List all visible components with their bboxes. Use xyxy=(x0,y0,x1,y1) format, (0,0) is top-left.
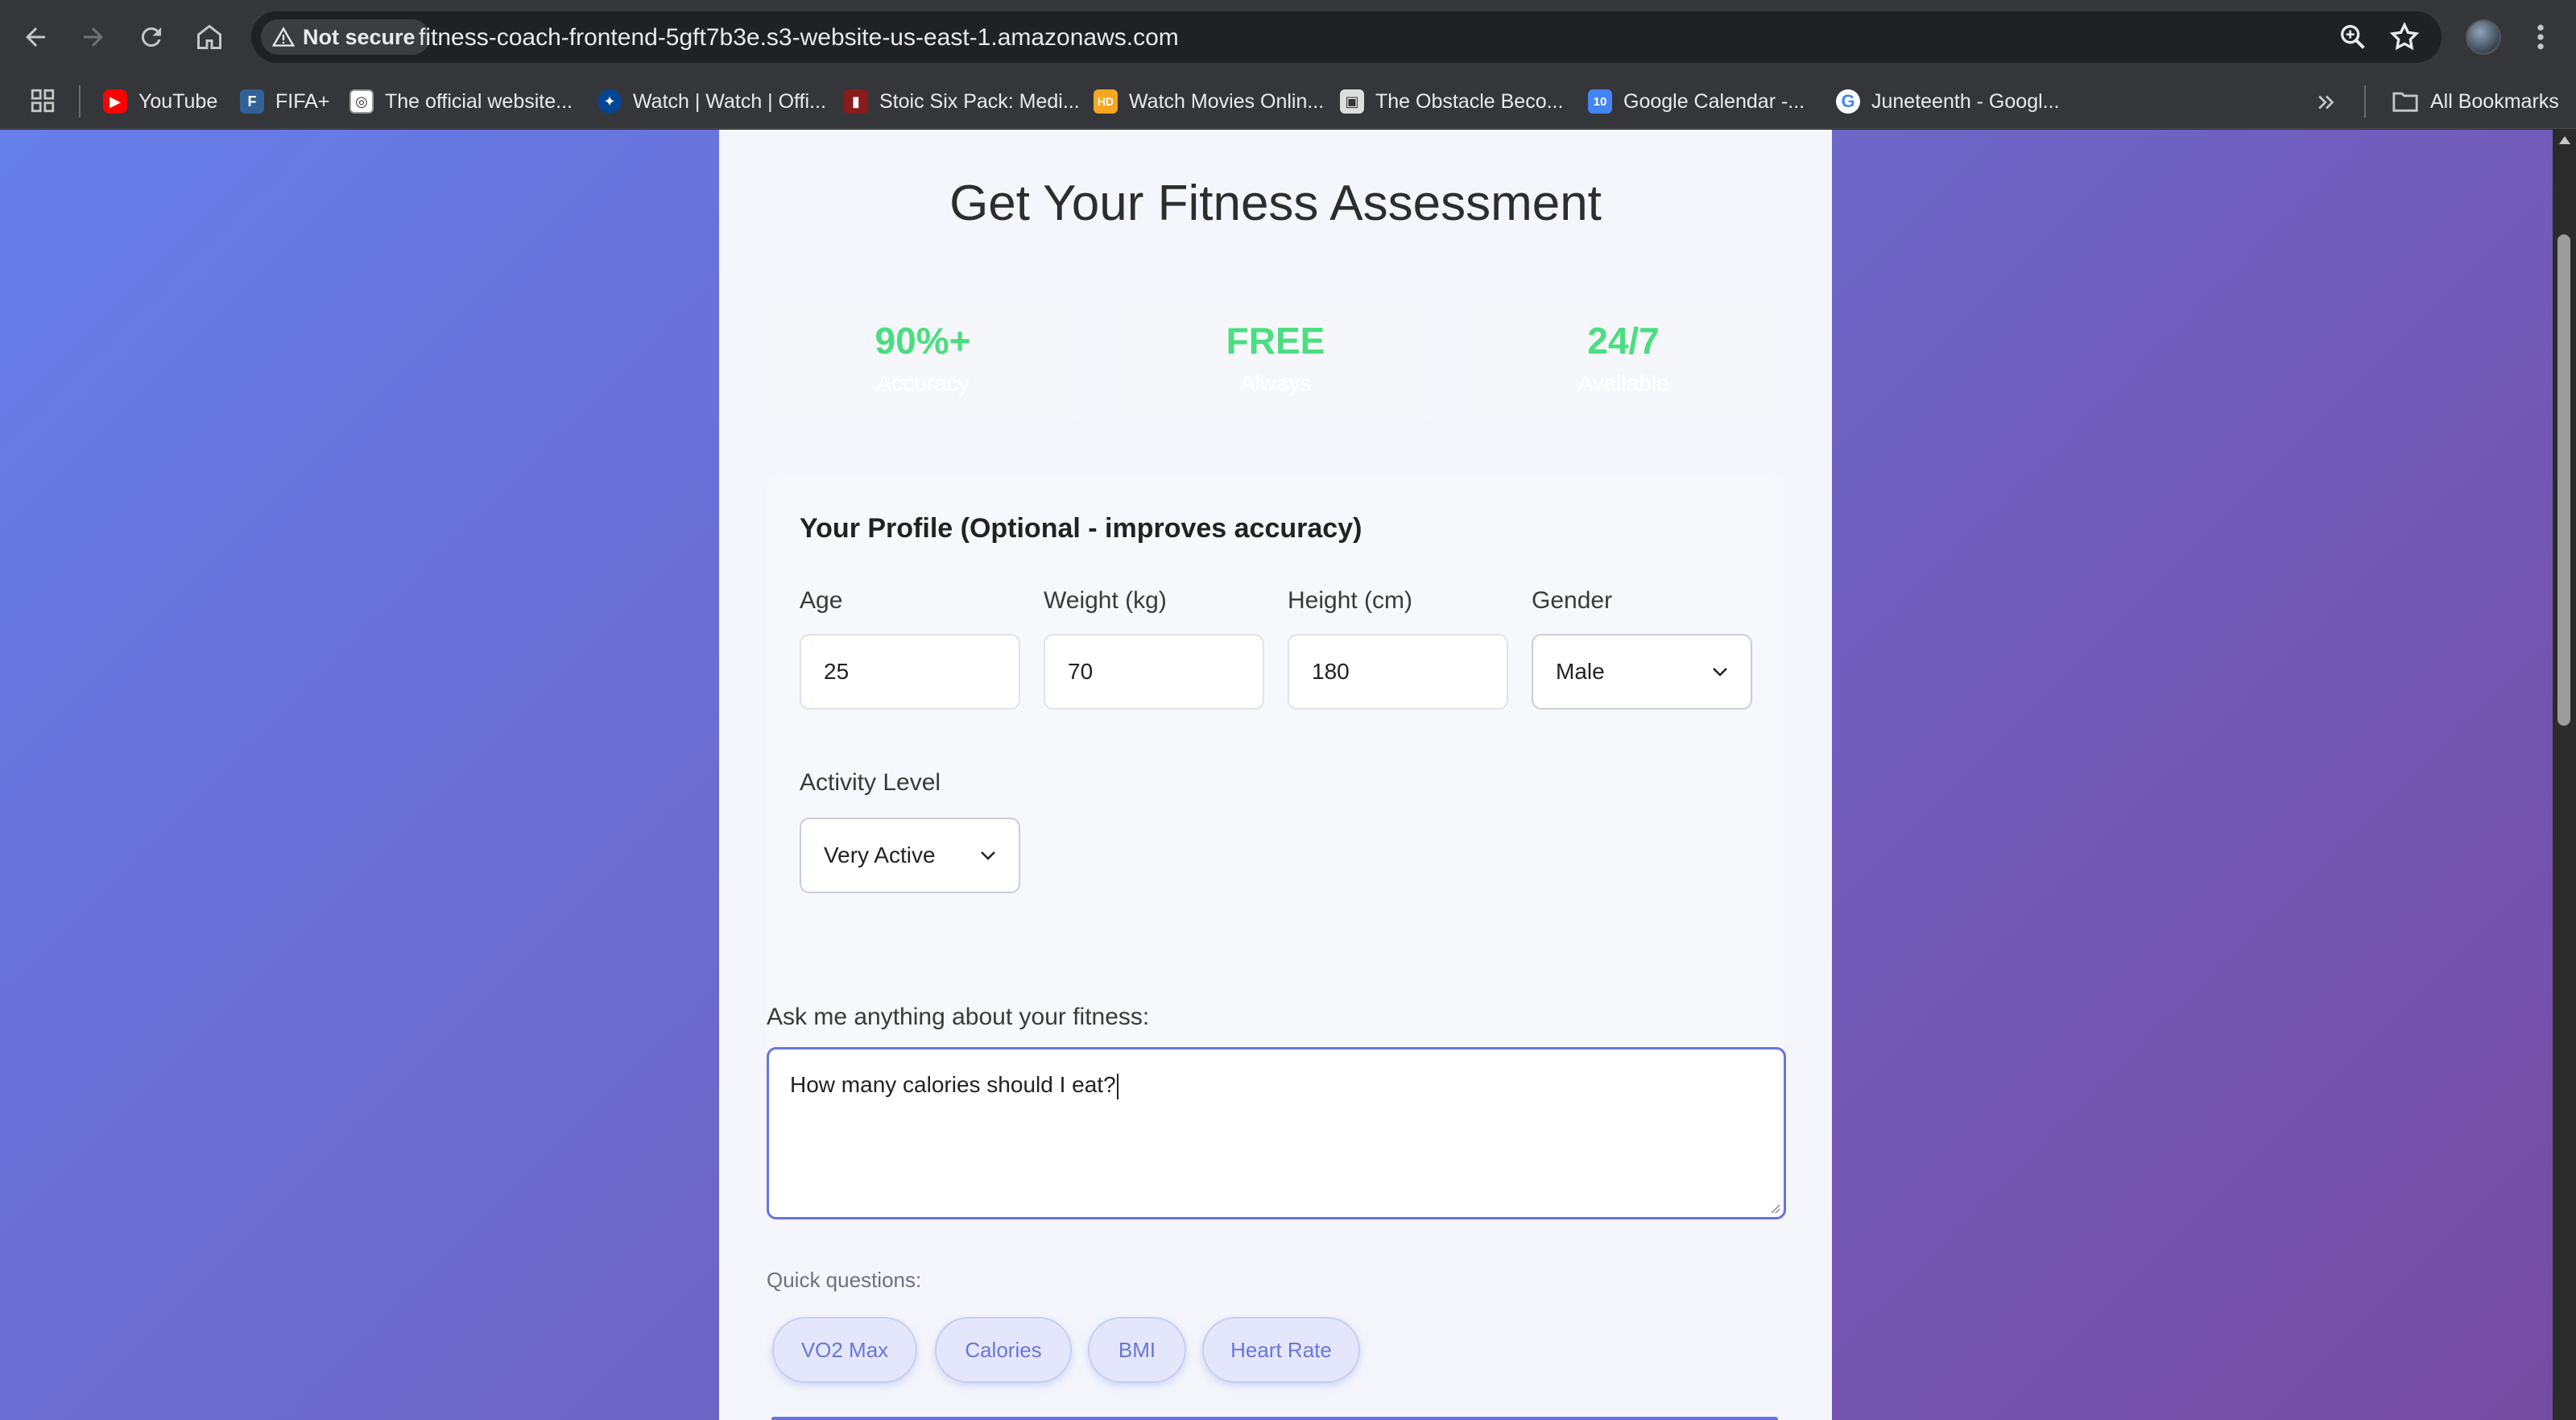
bookmark-star-icon[interactable] xyxy=(2388,21,2421,53)
stat-value: 90%+ xyxy=(875,320,971,362)
weight-input[interactable]: 70 xyxy=(1044,634,1264,710)
bookmark-juneteenth[interactable]: G Juneteenth - Googl... xyxy=(1836,87,2059,116)
forward-button[interactable] xyxy=(69,13,118,61)
fifa-icon: F xyxy=(240,89,264,114)
stat-accuracy: 90%+ Accuracy xyxy=(765,295,1081,424)
warning-icon xyxy=(272,27,295,47)
apps-grid-icon[interactable] xyxy=(29,87,56,114)
address-bar[interactable]: Not secure fitness-coach-frontend-5gft7b… xyxy=(251,11,2442,63)
profile-avatar[interactable] xyxy=(2466,19,2501,55)
age-value: 25 xyxy=(824,659,850,684)
quick-question-bmi[interactable]: BMI xyxy=(1088,1317,1186,1383)
quick-question-vo2max[interactable]: VO2 Max xyxy=(772,1317,917,1383)
chevron-down-icon xyxy=(1713,668,1727,677)
bookmark-label: Stoic Six Pack: Medi... xyxy=(879,89,1080,113)
folder-icon xyxy=(2392,92,2418,112)
gender-value: Male xyxy=(1556,659,1605,684)
profile-section: Your Profile (Optional - improves accura… xyxy=(767,473,1784,1077)
profile-title: Your Profile (Optional - improves accura… xyxy=(800,513,1362,544)
height-input[interactable]: 180 xyxy=(1288,634,1508,710)
chevron-double-right-icon[interactable] xyxy=(2314,90,2338,114)
arrow-right-icon xyxy=(84,27,103,47)
bookmark-label: FIFA+ xyxy=(275,89,330,113)
quick-question-heart-rate[interactable]: Heart Rate xyxy=(1202,1317,1360,1383)
arrow-left-icon xyxy=(26,27,45,47)
quick-question-calories[interactable]: Calories xyxy=(935,1317,1072,1383)
hd-icon: HD xyxy=(1094,89,1118,114)
bookmark-movies[interactable]: HD Watch Movies Onlin... xyxy=(1094,87,1324,116)
bookmark-calendar[interactable]: 10 Google Calendar -... xyxy=(1588,87,1805,116)
youtube-icon: ▶ xyxy=(103,89,127,114)
assessment-card: Get Your Fitness Assessment 90%+ Accurac… xyxy=(719,130,1832,1420)
bookmarks-bar: ▶ YouTube F FIFA+ ◎ The official website… xyxy=(0,74,2576,129)
book-icon: ▮ xyxy=(844,89,868,114)
height-label: Height (cm) xyxy=(1288,587,1413,614)
text-cursor xyxy=(1116,1073,1118,1099)
chelsea-icon: ✦ xyxy=(597,89,622,114)
bookmarks-divider xyxy=(2364,85,2366,118)
reload-icon xyxy=(141,27,161,47)
question-textarea[interactable]: How many calories should I eat? xyxy=(767,1047,1786,1219)
submit-button-edge[interactable] xyxy=(771,1417,1778,1420)
height-value: 180 xyxy=(1312,659,1350,684)
activity-label: Activity Level xyxy=(800,769,941,796)
bookmark-label: The Obstacle Beco... xyxy=(1375,89,1564,113)
bookmark-obstacle[interactable]: ▣ The Obstacle Beco... xyxy=(1340,87,1563,116)
question-label: Ask me anything about your fitness: xyxy=(767,1004,1150,1030)
scrollbar-thumb[interactable] xyxy=(2557,234,2570,726)
stat-free: FREE Always xyxy=(1118,295,1433,424)
bookmark-fifa[interactable]: F FIFA+ xyxy=(240,87,329,116)
weight-value: 70 xyxy=(1068,659,1094,684)
stat-label: Always xyxy=(1239,371,1312,395)
security-indicator[interactable]: Not secure xyxy=(261,19,430,55)
back-button[interactable] xyxy=(11,13,60,61)
gender-select[interactable]: Male xyxy=(1532,634,1752,710)
bookmark-label: Juneteenth - Googl... xyxy=(1871,89,2060,113)
all-bookmarks-label: All Bookmarks xyxy=(2430,89,2559,113)
scroll-up-arrow-icon[interactable] xyxy=(2559,136,2570,144)
security-label: Not secure xyxy=(303,24,416,49)
bookmark-label: Google Calendar -... xyxy=(1623,89,1805,113)
google-icon: G xyxy=(1836,89,1860,114)
bookmarks-divider xyxy=(79,85,81,118)
stat-value: FREE xyxy=(1226,320,1325,362)
book-cover-icon: ▣ xyxy=(1340,89,1364,114)
site-icon: ◎ xyxy=(349,89,374,114)
age-label: Age xyxy=(800,587,843,614)
activity-value: Very Active xyxy=(824,842,936,867)
stat-value: 24/7 xyxy=(1587,320,1660,362)
page-viewport: Get Your Fitness Assessment 90%+ Accurac… xyxy=(0,130,2553,1420)
browser-toolbar: Not secure fitness-coach-frontend-5gft7b… xyxy=(0,0,2576,74)
bookmark-stoic[interactable]: ▮ Stoic Six Pack: Medi... xyxy=(844,87,1080,116)
quick-questions-label: Quick questions: xyxy=(767,1268,922,1292)
more-menu-icon[interactable] xyxy=(2528,21,2553,53)
bookmark-official-website[interactable]: ◎ The official website... xyxy=(349,87,573,116)
bookmark-youtube[interactable]: ▶ YouTube xyxy=(103,87,217,116)
bookmark-label: YouTube xyxy=(139,89,218,113)
page-title: Get Your Fitness Assessment xyxy=(949,176,1602,231)
url-text[interactable]: fitness-coach-frontend-5gft7b3e.s3-websi… xyxy=(419,24,1179,52)
zoom-icon[interactable] xyxy=(2337,21,2369,53)
stat-label: Available xyxy=(1577,371,1669,395)
age-input[interactable]: 25 xyxy=(800,634,1020,710)
bookmark-label: Watch Movies Onlin... xyxy=(1129,89,1325,113)
page-scrollbar[interactable] xyxy=(2553,130,2576,1420)
home-icon xyxy=(197,24,221,49)
home-button[interactable] xyxy=(185,13,234,61)
reload-button[interactable] xyxy=(127,13,176,61)
resize-handle-icon[interactable] xyxy=(1769,1203,1780,1214)
calendar-icon: 10 xyxy=(1588,89,1612,114)
stat-label: Accuracy xyxy=(876,371,970,395)
chevron-down-icon xyxy=(981,851,995,860)
bookmark-watch[interactable]: ✦ Watch | Watch | Offi... xyxy=(597,87,826,116)
question-text: How many calories should I eat? xyxy=(790,1072,1116,1097)
gender-label: Gender xyxy=(1532,587,1613,614)
activity-level-select[interactable]: Very Active xyxy=(800,818,1020,893)
weight-label: Weight (kg) xyxy=(1044,587,1167,614)
bookmark-label: The official website... xyxy=(385,89,573,113)
bookmark-label: Watch | Watch | Offi... xyxy=(633,89,826,113)
all-bookmarks-button[interactable]: All Bookmarks xyxy=(2392,87,2559,116)
stat-availability: 24/7 Available xyxy=(1466,295,1781,424)
